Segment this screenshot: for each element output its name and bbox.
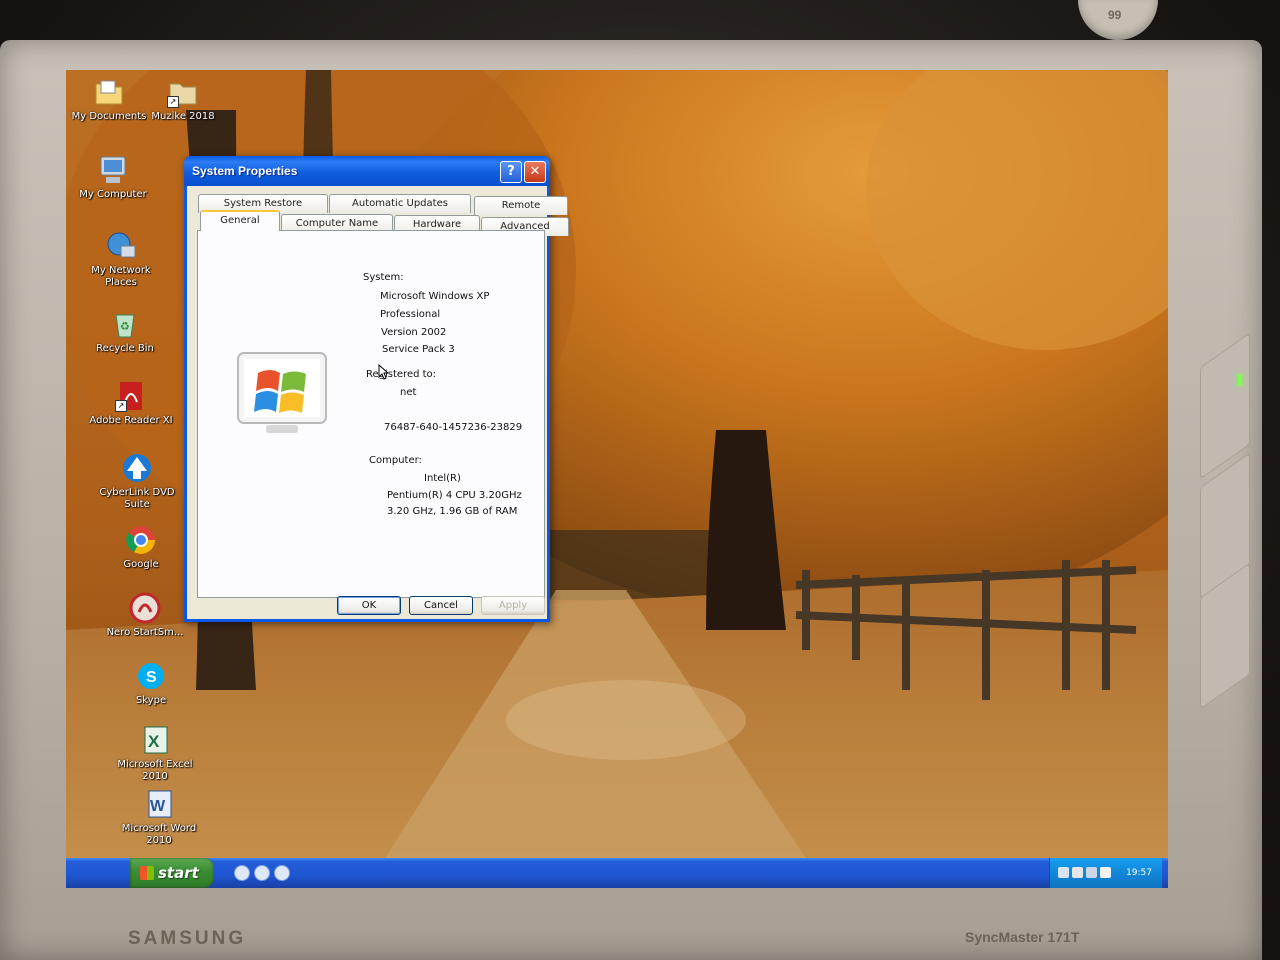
- system-properties-dialog: System Properties ? ✕ System Restore Aut…: [184, 156, 569, 622]
- desktop-icon-adobe-reader[interactable]: ↗ Adobe Reader XI: [88, 380, 174, 427]
- desktop-icon-my-computer[interactable]: My Computer: [70, 154, 156, 201]
- start-label: start: [158, 864, 199, 882]
- monitor-model: SyncMaster 171T: [965, 929, 1080, 945]
- desktop-icon-google[interactable]: Google: [98, 524, 184, 571]
- windows-flag-icon: [140, 866, 154, 880]
- desktop-icon-my-network-places[interactable]: My Network Places: [78, 230, 164, 289]
- dialog-title: System Properties: [192, 164, 298, 178]
- power-led-icon: [1238, 374, 1242, 386]
- system-edition: Professional: [380, 309, 441, 320]
- chrome-icon: [125, 524, 157, 556]
- quicklaunch-ie-icon[interactable]: [234, 865, 250, 881]
- pdf-icon: ↗: [115, 380, 147, 412]
- tray-security-icon[interactable]: [1072, 867, 1083, 878]
- dialog-titlebar[interactable]: System Properties ? ✕: [184, 156, 550, 186]
- desktop-icon-label: Skype: [135, 695, 167, 706]
- network-icon: [105, 230, 137, 262]
- help-icon: ?: [507, 164, 515, 179]
- tab-remote[interactable]: Remote: [474, 196, 568, 215]
- desktop-icon-label: My Network Places: [91, 265, 151, 288]
- folder-documents-icon: [93, 76, 125, 108]
- general-tab-page: System: Microsoft Windows XP Professiona…: [197, 230, 545, 598]
- svg-text:S: S: [146, 669, 157, 686]
- svg-text:♻: ♻: [120, 320, 130, 333]
- desktop-icon-nero[interactable]: Nero StartSm...: [102, 592, 188, 639]
- desktop-icon-label: Muzike 2018: [151, 111, 215, 122]
- system-heading: System:: [363, 272, 404, 283]
- monitor-cap-text: 99: [1108, 8, 1122, 22]
- apply-button: Apply: [481, 596, 545, 615]
- recycle-bin-icon: ♻: [109, 308, 141, 340]
- desktop-icon-recycle-bin[interactable]: ♻ Recycle Bin: [82, 308, 168, 355]
- system-tray: 19:57: [1049, 858, 1162, 888]
- help-button[interactable]: ?: [500, 161, 522, 183]
- desktop-icon-label: Nero StartSm...: [106, 627, 184, 638]
- screen: My Documents ↗ Muzike 2018 My Computer M…: [66, 70, 1168, 888]
- tab-general[interactable]: General: [200, 210, 280, 231]
- nero-icon: [129, 592, 161, 624]
- cyberlink-icon: [121, 452, 153, 484]
- desktop-icon-skype[interactable]: S Skype: [108, 660, 194, 707]
- svg-text:W: W: [150, 798, 166, 815]
- desktop-icon-label: Adobe Reader XI: [89, 415, 173, 426]
- computer-heading: Computer:: [369, 455, 422, 466]
- quicklaunch-media-icon[interactable]: [254, 865, 270, 881]
- tray-app-icon[interactable]: [1100, 867, 1111, 878]
- taskbar: start 19:57: [66, 858, 1168, 888]
- tab-automatic-updates[interactable]: Automatic Updates: [329, 194, 471, 213]
- ok-button[interactable]: OK: [337, 596, 401, 615]
- close-icon: ✕: [529, 164, 541, 179]
- desktop-icon-label: CyberLink DVD Suite: [99, 487, 175, 510]
- registered-heading: Registered to:: [366, 369, 437, 380]
- tray-network-icon[interactable]: [1058, 867, 1069, 878]
- monitor-brand: SAMSUNG: [128, 928, 247, 949]
- computer-memory: 3.20 GHz, 1.96 GB of RAM: [387, 506, 518, 517]
- quicklaunch-desktop-icon[interactable]: [274, 865, 290, 881]
- close-button[interactable]: ✕: [524, 161, 546, 183]
- registered-name: net: [400, 387, 417, 398]
- desktop-icon-label: My Computer: [79, 189, 147, 200]
- tray-volume-icon[interactable]: [1086, 867, 1097, 878]
- skype-icon: S: [135, 660, 167, 692]
- desktop-icon-label: Recycle Bin: [96, 343, 154, 354]
- system-os-name: Microsoft Windows XP: [380, 291, 490, 302]
- svg-text:X: X: [148, 732, 160, 751]
- computer-vendor: Intel(R): [424, 473, 461, 484]
- system-version: Version 2002: [381, 327, 447, 338]
- desktop-icon-microsoft-word[interactable]: W Microsoft Word 2010: [116, 788, 202, 847]
- cancel-button[interactable]: Cancel: [409, 596, 473, 615]
- windows-logo-icon: [237, 352, 327, 433]
- desktop-icon-label: Microsoft Excel 2010: [117, 759, 193, 782]
- system-service-pack: Service Pack 3: [382, 344, 455, 355]
- desktop-icon-microsoft-excel[interactable]: X Microsoft Excel 2010: [112, 724, 198, 783]
- word-icon: W: [143, 788, 175, 820]
- excel-icon: X: [139, 724, 171, 756]
- clock[interactable]: 19:57: [1126, 858, 1152, 888]
- mouse-cursor-icon: [378, 364, 388, 380]
- start-button[interactable]: start: [130, 858, 214, 888]
- desktop-icon-label: Google: [123, 559, 159, 570]
- desktop-icon-label: Microsoft Word 2010: [121, 823, 197, 846]
- product-id: 76487-640-1457236-23829: [384, 422, 523, 433]
- computer-icon: [97, 154, 129, 186]
- desktop-icon-muzike-2018[interactable]: ↗ Muzike 2018: [140, 76, 226, 123]
- desktop-icon-cyberlink-dvd-suite[interactable]: CyberLink DVD Suite: [94, 452, 180, 511]
- dialog-body: System Restore Automatic Updates Remote …: [187, 186, 569, 619]
- computer-cpu: Pentium(R) 4 CPU 3.20GHz: [387, 490, 522, 501]
- folder-shortcut-icon: ↗: [167, 76, 199, 108]
